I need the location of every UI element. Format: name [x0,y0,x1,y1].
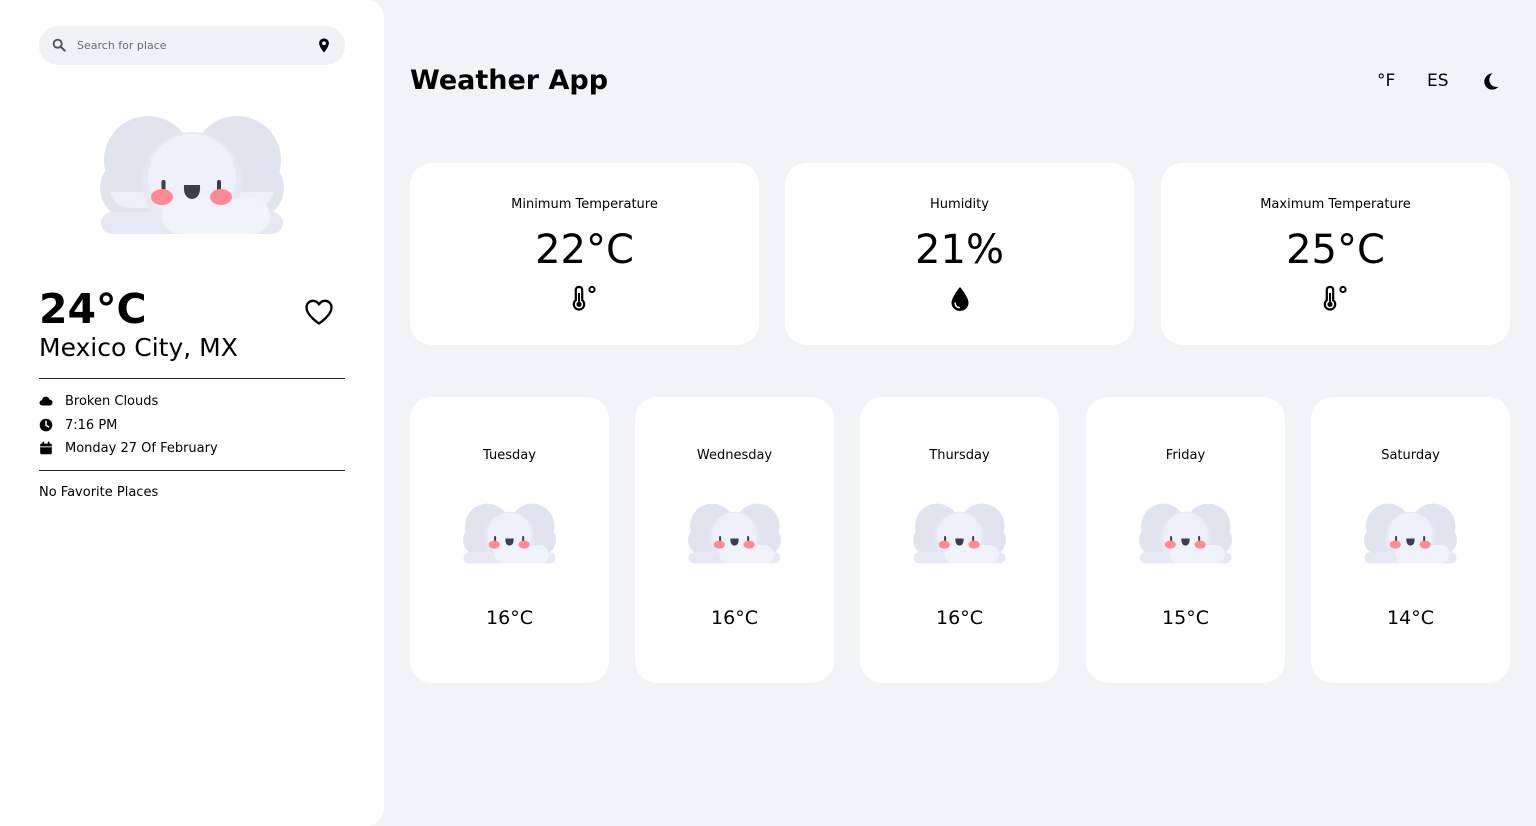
forecast-day: Wednesday [696,448,773,463]
cloud-face-icon [913,503,1006,564]
date-text: Monday 27 Of February [65,440,218,456]
language-toggle-button[interactable]: ES [1427,70,1449,92]
stat-label: Maximum Temperature [1260,197,1411,212]
condition-text: Broken Clouds [65,393,159,409]
search-input[interactable] [77,35,305,56]
min-temperature-card: Minimum Temperature 22°C [410,163,759,345]
stat-value: 25°C [1286,227,1385,273]
date-row: Monday 27 Of February [39,439,218,457]
forecast-card: Saturday 14°C [1311,397,1510,683]
stat-label: Humidity [930,197,989,212]
forecast-card: Tuesday 16°C [410,397,609,683]
forecast-temperature: 16°C [486,607,533,629]
clock-icon [39,418,53,432]
cloud-face-icon [100,116,284,234]
cloud-icon [39,396,53,406]
thermometer-icon [572,285,596,311]
cloud-face-icon [1139,503,1232,564]
forecast-day: Tuesday [483,448,536,463]
forecast-temperature: 16°C [711,607,758,629]
search-icon [52,38,66,52]
app-title: Weather App [410,65,609,96]
search-bar [39,26,345,65]
stat-value: 22°C [535,227,634,273]
current-temperature: 24°C [39,285,147,333]
stat-label: Minimum Temperature [511,197,658,212]
time-text: 7:16 PM [65,417,118,433]
forecast-day: Saturday [1381,448,1440,463]
heart-icon[interactable] [304,298,334,326]
forecast-temperature: 14°C [1387,607,1434,629]
stat-value: 21% [915,227,1004,273]
forecast-day: Friday [1165,448,1206,463]
time-row: 7:16 PM [39,416,117,434]
condition-row: Broken Clouds [39,392,158,410]
favorites-empty-text: No Favorite Places [39,485,159,500]
droplet-icon [951,287,968,311]
max-temperature-card: Maximum Temperature 25°C [1161,163,1510,345]
forecast-day: Thursday [929,448,990,463]
moon-icon[interactable] [1481,72,1499,90]
cloud-face-icon [688,503,781,564]
divider [39,470,345,471]
cloud-face-icon [463,503,556,564]
humidity-card: Humidity 21% [785,163,1134,345]
location-name: Mexico City, MX [39,333,238,362]
cloud-face-icon [1364,503,1457,564]
calendar-icon [40,441,52,455]
divider [39,378,345,379]
location-pin-icon[interactable] [318,38,330,53]
unit-toggle-button[interactable]: °F [1377,70,1395,92]
forecast-card: Thursday 16°C [860,397,1059,683]
sidebar: 24°C Mexico City, MX Broken Clouds 7:16 … [0,0,384,826]
thermometer-icon [1323,285,1347,311]
forecast-card: Wednesday 16°C [635,397,834,683]
forecast-temperature: 15°C [1162,607,1209,629]
forecast-card: Friday 15°C [1086,397,1285,683]
forecast-temperature: 16°C [936,607,983,629]
